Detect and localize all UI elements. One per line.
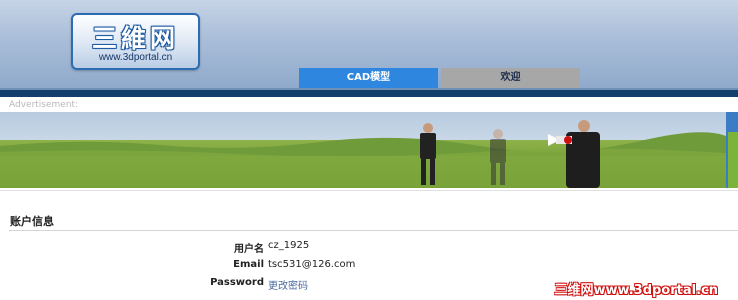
section-divider bbox=[9, 230, 738, 231]
site-logo[interactable]: 三維网 www.3dportal.cn bbox=[71, 13, 200, 70]
logo-url: www.3dportal.cn bbox=[98, 52, 173, 63]
banner-landscape-image bbox=[0, 112, 738, 188]
username-row: 用户名 cz_1925 bbox=[0, 240, 738, 258]
password-label: Password bbox=[210, 277, 264, 288]
email-label: Email bbox=[233, 259, 264, 270]
site-watermark: 三维网www.3dportal.cn bbox=[554, 283, 718, 298]
ad-banner[interactable] bbox=[0, 112, 738, 188]
email-row: Email tsc531@126.com bbox=[0, 259, 738, 277]
username-value: cz_1925 bbox=[268, 240, 310, 251]
username-label: 用户名 bbox=[234, 244, 264, 255]
nav-bar bbox=[0, 90, 738, 97]
account-info-title: 账户信息 bbox=[10, 215, 54, 228]
advertisement-label: Advertisement: bbox=[9, 100, 79, 110]
tab-cad-models[interactable]: CAD模型 bbox=[299, 68, 438, 88]
change-password-link[interactable]: 更改密码 bbox=[268, 277, 308, 292]
tab-welcome[interactable]: 欢迎 bbox=[441, 68, 580, 88]
banner-divider bbox=[0, 190, 738, 191]
email-value: tsc531@126.com bbox=[268, 259, 356, 270]
logo-wordmark: 三維网 bbox=[91, 24, 179, 53]
